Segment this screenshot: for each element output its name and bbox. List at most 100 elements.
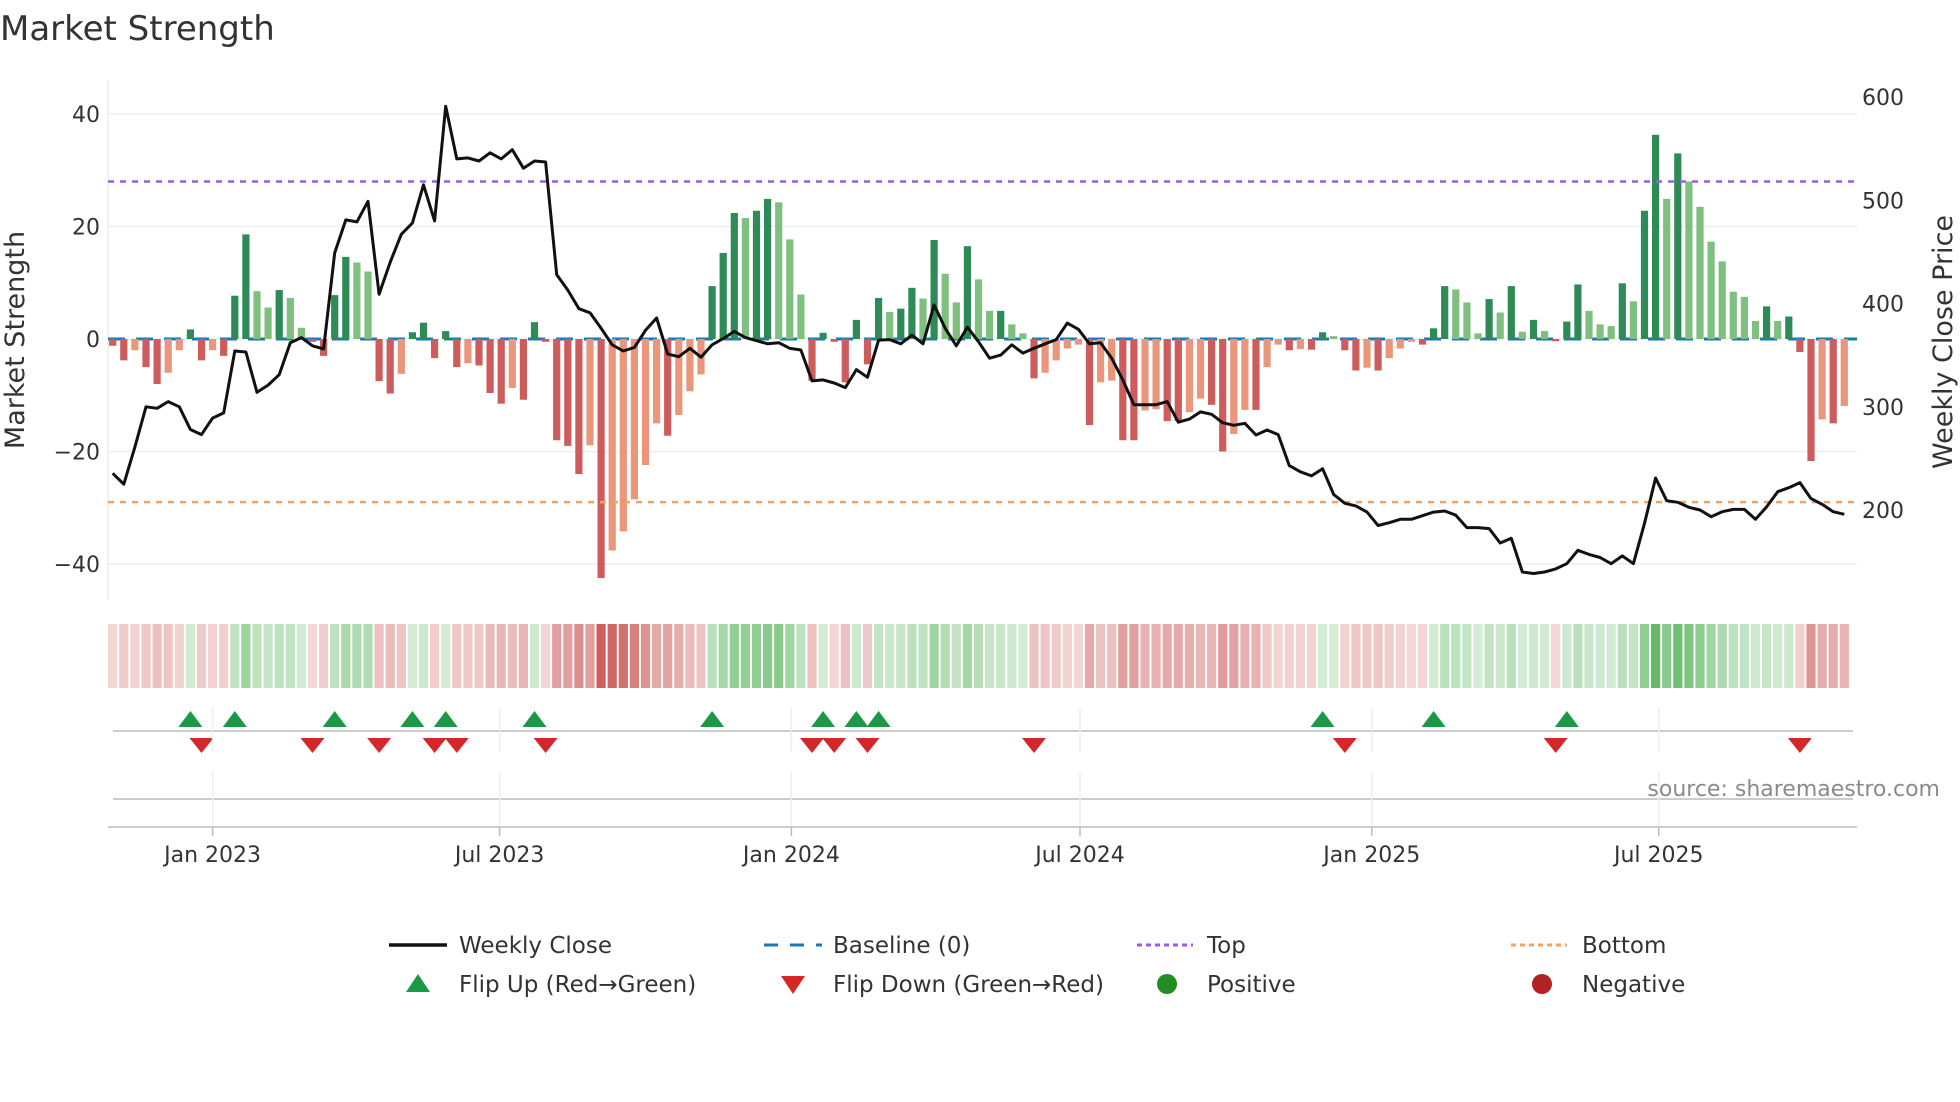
x-tick-label: Jul 2024 [1033,843,1125,868]
strength-bar [841,339,849,383]
strength-bar [231,295,239,339]
heat-cell [718,624,728,688]
legend-label: Positive [1207,972,1296,998]
strength-bar [952,302,960,339]
strength-bar [1418,339,1427,345]
flip-markers [113,711,1853,800]
heat-cell [385,624,395,688]
legend-item-flip-down: Flip Down (Green→Red) [781,972,1104,998]
strength-bar [1074,339,1082,345]
flip-down-marker [533,738,558,753]
flip-up-marker [700,711,725,727]
x-tick-label: Jan 2023 [162,843,261,868]
heat-cell [163,624,173,688]
strength-bar [453,339,461,368]
legend-item-baseline: Baseline (0) [764,933,970,959]
heat-cell [563,624,573,688]
strength-bar [464,339,472,364]
strength-bar [1796,339,1804,352]
flip-down-marker [189,738,214,753]
strength-bar [786,239,794,339]
strength-bar [175,339,183,351]
heat-cell [1639,624,1650,688]
strength-bar [930,240,938,339]
strength-bar [1685,181,1693,339]
strength-bar [408,332,416,339]
strength-bar [1707,241,1715,339]
strength-bar [264,307,272,339]
strength-bar [597,339,605,579]
x-tick-label: Jan 2025 [1321,843,1420,868]
heat-cell [285,624,295,688]
heat-cell [174,624,184,688]
heat-cell [1107,624,1117,688]
strength-bar [1763,306,1771,339]
heat-cell [1584,624,1594,688]
flip-down-marker [800,738,824,753]
heat-cell [796,624,806,688]
strength-bars [109,134,1848,579]
heat-cell [907,624,917,688]
strength-bar [542,339,550,342]
strength-bar [1751,321,1760,339]
heat-cell [1151,624,1161,688]
strength-bar [863,339,872,365]
heat-cell [1373,624,1383,688]
y-tick-label: −20 [54,441,100,466]
flip-up-marker [1310,711,1335,727]
strength-bar [1563,321,1571,339]
heat-cell [374,624,384,688]
strength-bar [819,332,827,339]
heat-cell [1162,624,1172,688]
strength-bar [1618,283,1626,339]
legend-item-negative: Negative [1532,972,1685,998]
heat-cell [1129,624,1139,688]
strength-bar [286,297,294,339]
heat-cell [1651,624,1661,688]
strength-bar [564,339,572,446]
heat-cell [241,624,251,688]
heat-cell [1462,624,1472,688]
heat-cell [585,624,595,688]
strength-bar [1474,333,1482,339]
heat-cell [529,624,540,688]
flip-up-marker [400,711,425,727]
heat-cell [1606,624,1616,688]
strength-bar [708,286,716,339]
strength-bar [1552,339,1560,342]
flip-up-marker [433,711,458,727]
strength-bar [741,218,749,339]
strength-bar [1541,331,1549,339]
strength-bar [1430,328,1438,339]
heat-cell [1573,624,1583,688]
heat-cell [185,624,195,688]
flip-down-marker [855,738,880,753]
y2-axis-label: Weekly Close Price [1928,215,1959,469]
strength-bar [1529,319,1538,339]
strength-bar [497,339,505,404]
heat-cell [1195,624,1206,688]
strength-bar [775,202,783,339]
legend-label: Top [1206,933,1246,959]
heat-cell [1062,624,1072,688]
y-axis-label: Market Strength [0,231,31,449]
strength-bar [442,331,450,339]
heat-cell [1007,624,1017,688]
heat-cell [1595,624,1605,688]
strength-bar [1374,339,1382,371]
heat-cell [230,624,240,688]
heat-cell [1839,624,1849,688]
heat-cell [430,624,440,688]
strength-bar [1452,289,1460,339]
heat-cell [885,624,895,688]
strength-bar [1119,339,1127,441]
heat-cell [807,624,817,688]
strength-bar [1640,210,1649,339]
heat-cell [1440,624,1450,688]
y-tick-label: 40 [72,103,100,128]
heat-cell [840,624,850,688]
heat-cell [874,624,884,688]
heat-cell [1251,624,1261,688]
strength-bar [164,339,172,373]
flip-down-marker [444,738,469,753]
